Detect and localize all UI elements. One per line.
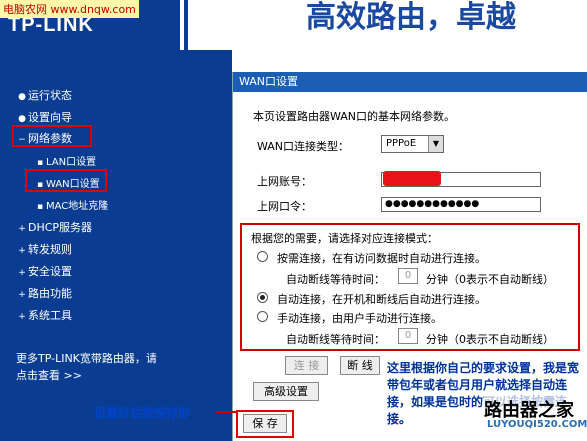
sidebar-item-label: DHCP服务器 [28, 221, 93, 234]
idle-unit: 分钟（0表示不自动断线） [426, 333, 554, 346]
mode-on-demand-label: 按需连接，在有访问数据时自动进行连接。 [277, 252, 486, 265]
advanced-settings-button[interactable]: 高级设置 [253, 382, 319, 401]
sidebar-item-status[interactable]: ● 运行状态 [16, 87, 72, 103]
password-label: 上网口令： [257, 200, 312, 213]
sidebar-item-routing[interactable]: + 路由功能 [16, 285, 72, 301]
idle-time-input-2[interactable]: 0 [398, 328, 418, 344]
mode-auto-label: 自动连接，在开机和断线后自动进行连接。 [277, 293, 486, 306]
sidebar-item-tools[interactable]: + 系统工具 [16, 307, 72, 323]
sidebar-item-label: MAC地址克隆 [46, 201, 109, 212]
bullet-icon: ▪ [36, 202, 44, 212]
header-slogan: 高效路由，卓越 [188, 0, 587, 50]
conn-type-label: WAN口连接类型： [257, 140, 350, 153]
account-label: 上网账号： [257, 175, 312, 188]
arrow-connector [216, 411, 236, 413]
expand-icon: + [18, 290, 26, 300]
sidebar-item-label: 安全设置 [28, 265, 72, 278]
expand-icon: + [18, 268, 26, 278]
watermark-url: LUYOUQI520.COM [487, 419, 587, 430]
radio-auto[interactable] [257, 292, 268, 303]
bullet-icon: ● [18, 114, 26, 124]
connect-button[interactable]: 连 接 [285, 356, 328, 375]
sidebar: ● 运行状态 ● 设置向导 − 网络参数 ▪ LAN口设置 ▪ WAN口设置 ▪ MAC地址… [0, 50, 232, 441]
sidebar-item-wizard[interactable]: ● 设置向导 [16, 109, 72, 125]
sidebar-item-label: 系统工具 [28, 309, 72, 322]
radio-manual[interactable] [257, 311, 268, 322]
sidebar-item-security[interactable]: + 安全设置 [16, 263, 72, 279]
redaction-mark [383, 171, 441, 186]
highlight-box-network [12, 125, 92, 147]
sidebar-item-label: 路由功能 [28, 287, 72, 300]
highlight-box-wan [25, 169, 107, 192]
idle-label: 自动断线等待时间： [286, 273, 385, 286]
radio-on-demand[interactable] [257, 251, 268, 262]
page-description: 本页设置路由器WAN口的基本网络参数。 [253, 110, 456, 123]
bullet-icon: ● [18, 92, 26, 102]
sidebar-item-lan[interactable]: ▪ LAN口设置 [34, 153, 96, 168]
site-watermark: 电脑农网 www.dnqw.com [0, 0, 139, 18]
expand-icon: + [18, 224, 26, 234]
conn-type-value: PPPoE [386, 138, 417, 149]
sidebar-item-dhcp[interactable]: + DHCP服务器 [16, 219, 92, 235]
annotation-save-hint: 设置好后按保存即 [94, 406, 191, 420]
sidebar-item-label: 设置向导 [28, 111, 72, 124]
header: TP-LINK 高效路由，卓越 电脑农网 www.dnqw.com [0, 0, 587, 50]
header-divider [180, 0, 184, 50]
idle-unit: 分钟（0表示不自动断线） [426, 273, 554, 286]
save-button[interactable]: 保 存 [243, 414, 287, 433]
panel-title: WAN口设置 [233, 72, 587, 92]
disconnect-button[interactable]: 断 线 [340, 356, 380, 375]
idle-label: 自动断线等待时间： [286, 333, 385, 346]
sidebar-item-label: LAN口设置 [46, 157, 97, 168]
sidebar-item-mac[interactable]: ▪ MAC地址克隆 [34, 197, 108, 212]
mode-prompt: 根据您的需要，请选择对应连接模式： [251, 232, 438, 245]
bullet-icon: ▪ [36, 158, 44, 168]
mode-manual-label: 手动连接，由用户手动进行连接。 [277, 312, 442, 325]
password-input[interactable]: ●●●●●●●●●●●● [381, 197, 541, 212]
chevron-down-icon: ▼ [428, 136, 443, 152]
sidebar-item-label: 转发规则 [28, 243, 72, 256]
more-products-link[interactable]: 更多TP-LINK宽带路由器，请点击查看 >> [16, 350, 166, 384]
sidebar-item-forwarding[interactable]: + 转发规则 [16, 241, 72, 257]
idle-time-input-1[interactable]: 0 [398, 268, 418, 284]
expand-icon: + [18, 246, 26, 256]
sidebar-item-label: 运行状态 [28, 89, 72, 102]
expand-icon: + [18, 312, 26, 322]
conn-type-select[interactable]: PPPoE ▼ [381, 135, 444, 153]
